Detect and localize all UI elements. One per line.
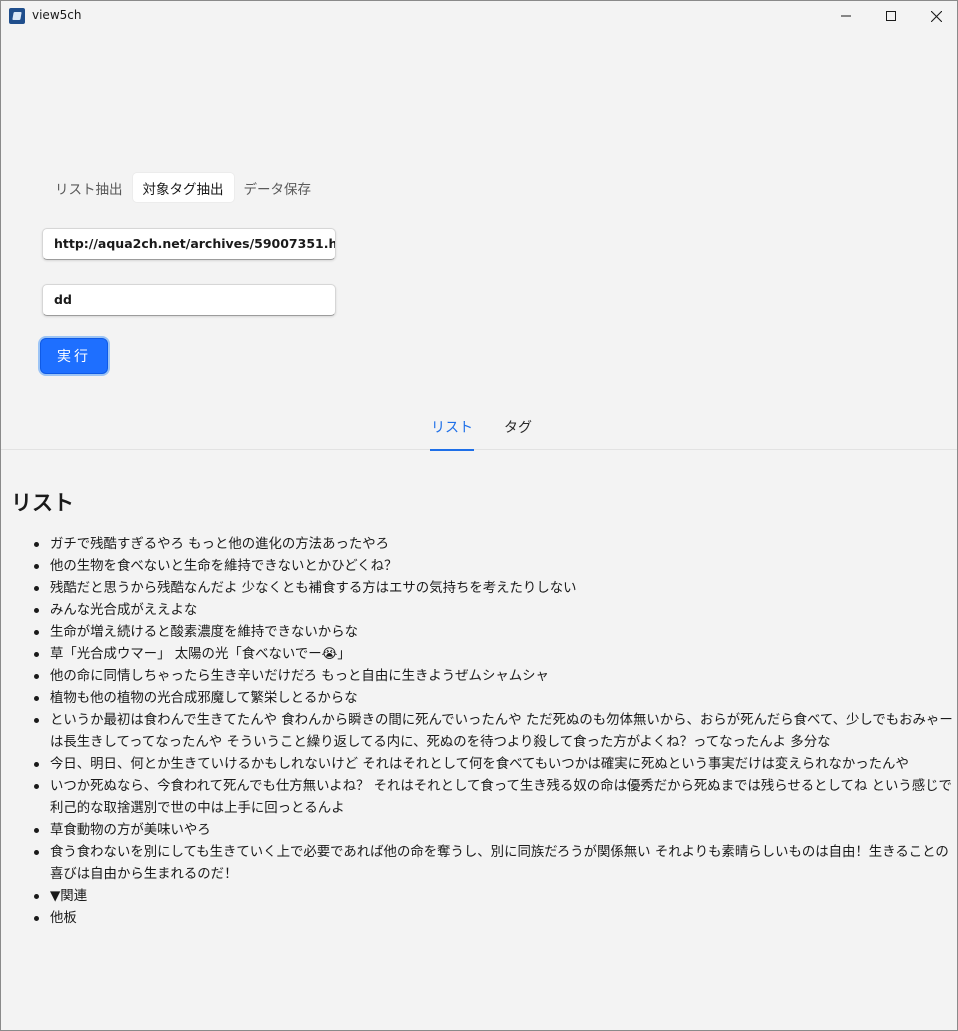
list-item: みんな光合成がええよな	[34, 600, 955, 622]
list-item: 他の生物を食べないと生命を維持できないとかひどくね？	[34, 556, 955, 578]
result-tabs: リスト タグ	[1, 409, 957, 451]
list-item: 他板	[34, 908, 955, 930]
maximize-icon	[886, 11, 896, 21]
app-icon	[9, 8, 25, 24]
tab-list[interactable]: リスト	[430, 417, 474, 451]
tab-target-tag-extract[interactable]: 対象タグ抽出	[132, 173, 234, 202]
list-item: 生命が増え続けると酸素濃度を維持できないからな	[34, 622, 955, 644]
title-bar[interactable]: view5ch	[1, 1, 957, 31]
list-item: 他の命に同情しちゃったら生き辛いだけだろ もっと自由に生きようぜムシャムシャ	[34, 666, 955, 688]
maximize-button[interactable]	[868, 1, 914, 31]
result-list: ガチで残酷すぎるやろ もっと他の進化の方法あったやろ 他の生物を食べないと生命を維…	[34, 534, 955, 930]
close-button[interactable]	[913, 1, 957, 31]
list-item: 残酷だと思うから残酷なんだよ 少なくとも補食する方はエサの気持ちを考えたりしない	[34, 578, 955, 600]
tab-list-extract[interactable]: リスト抽出	[45, 173, 133, 202]
close-icon	[930, 10, 942, 22]
run-button[interactable]: 実行	[40, 338, 108, 374]
list-item: 今日、明日、何とか生きていけるかもしれないけど それはそれとして何を食べてもいつ…	[34, 754, 955, 776]
mode-tabs: リスト抽出 対象タグ抽出 データ保存	[45, 173, 321, 202]
list-item: 草「光合成ウマー」 太陽の光「食べないでー😭」	[34, 644, 955, 666]
tag-input[interactable]: dd	[42, 284, 336, 316]
list-item: ガチで残酷すぎるやろ もっと他の進化の方法あったやろ	[34, 534, 955, 556]
app-window: view5ch リスト抽出 対象タグ抽出 データ保存 http://aqua2c…	[0, 0, 958, 1031]
url-input[interactable]: http://aqua2ch.net/archives/59007351.htm	[42, 228, 336, 260]
minimize-button[interactable]	[823, 1, 869, 31]
content-title: リスト	[11, 491, 74, 515]
list-item: 草食動物の方が美味いやろ	[34, 820, 955, 842]
list-item: 食う食わないを別にしても生きていく上で必要であれば他の命を奪うし、別に同族だろう…	[34, 842, 955, 886]
tab-data-save[interactable]: データ保存	[234, 173, 322, 202]
list-item: いつか死ぬなら、今食われて死んでも仕方無いよね？ それはそれとして食って生き残る…	[34, 776, 955, 820]
list-item: というか最初は食わんで生きてたんや 食わんから瞬きの間に死んでいったんや ただ死…	[34, 710, 955, 754]
tab-tag[interactable]: タグ	[504, 417, 532, 450]
minimize-icon	[841, 15, 851, 17]
list-item: ▼関連	[34, 886, 955, 908]
list-item: 植物も他の植物の光合成邪魔して繁栄しとるからな	[34, 688, 955, 710]
window-title: view5ch	[32, 8, 82, 22]
